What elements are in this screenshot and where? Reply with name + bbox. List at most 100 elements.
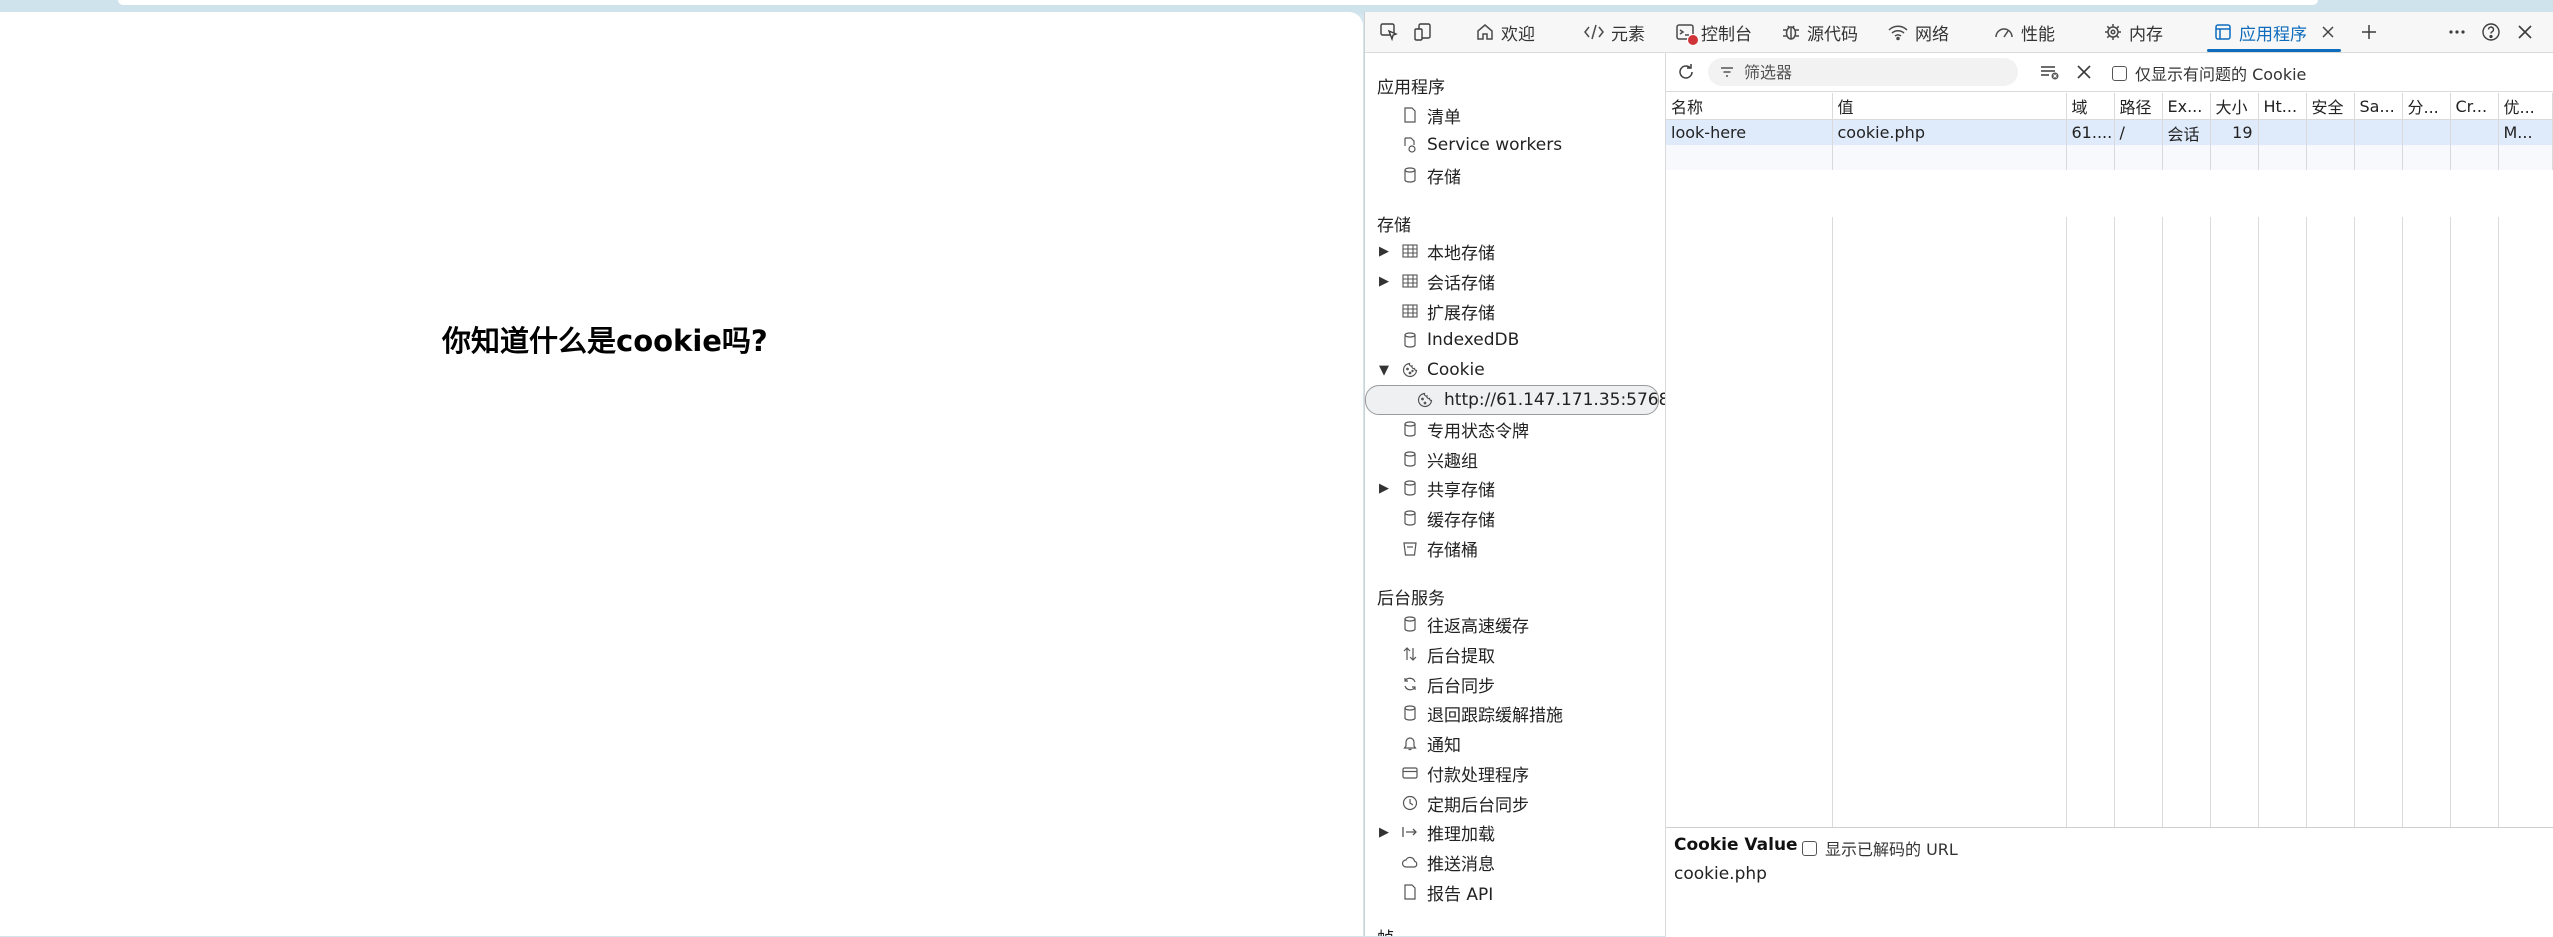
sidebar-item-bfcache[interactable]: 往返高速缓存 [1365, 610, 1665, 638]
cookie-value-title: Cookie Value [1674, 835, 1798, 855]
section-storage: 存储 [1377, 216, 1411, 236]
tab-sources[interactable]: 源代码 [1781, 12, 1858, 52]
empty-row[interactable] [1666, 145, 2553, 170]
add-tab-icon[interactable] [2355, 18, 2383, 46]
gear-file-icon [1401, 136, 1419, 154]
file-icon [1401, 883, 1419, 901]
sidebar-item-session-storage[interactable]: ▶ 会话存储 [1365, 267, 1665, 295]
more-options-icon[interactable] [2443, 18, 2471, 46]
sidebar-item-background-sync[interactable]: 后台同步 [1365, 670, 1665, 698]
sidebar-item-label: 缓存存储 [1427, 510, 1495, 531]
sidebar-item-background-fetch[interactable]: 后台提取 [1365, 640, 1665, 668]
tab-console[interactable]: 控制台 [1675, 12, 1752, 52]
tab-label: 性能 [2021, 24, 2055, 45]
column-header-value[interactable]: 值 [1832, 93, 2067, 120]
sidebar-item-push-messaging[interactable]: 推送消息 [1365, 848, 1665, 876]
close-tab-icon[interactable] [2321, 25, 2335, 39]
clear-filtered-cookies-icon[interactable] [2036, 58, 2064, 86]
only-issues-checkbox[interactable]: 仅显示有问题的 Cookie [2112, 61, 2306, 85]
column-header-size[interactable]: 大小 [2210, 93, 2259, 120]
sidebar-item-speculative-loads[interactable]: ▶ 推理加载 [1365, 818, 1665, 846]
column-header-partition[interactable]: 分... [2402, 93, 2451, 120]
tab-elements[interactable]: 元素 [1583, 12, 1645, 52]
sidebar-item-reporting-api[interactable]: 报告 API [1365, 878, 1665, 906]
tab-application[interactable]: 应用程序 [2207, 12, 2341, 52]
sidebar-item-periodic-sync[interactable]: 定期后台同步 [1365, 789, 1665, 817]
sidebar-item-storage-overview[interactable]: 存储 [1365, 161, 1665, 189]
sidebar-item-label: 往返高速缓存 [1427, 616, 1529, 637]
close-devtools-icon[interactable] [2511, 18, 2539, 46]
cell-secure[interactable] [2306, 119, 2355, 145]
console-icon [1675, 22, 1699, 46]
cell-samesite[interactable] [2354, 119, 2403, 145]
tab-performance[interactable]: 性能 [1993, 12, 2055, 52]
sidebar-item-local-storage[interactable]: ▶ 本地存储 [1365, 237, 1665, 265]
cell-priority[interactable]: M... [2498, 119, 2553, 145]
tab-label: 网络 [1915, 24, 1949, 45]
column-header-path[interactable]: 路径 [2114, 93, 2163, 120]
cell-expires[interactable]: 会话 [2162, 119, 2211, 145]
column-header-secure[interactable]: 安全 [2306, 93, 2355, 120]
checkbox-label: 仅显示有问题的 Cookie [2135, 65, 2307, 84]
sidebar-item-cookie-origin[interactable]: http://61.147.171.35:57689 [1365, 385, 1665, 415]
sidebar-item-label: 扩展存储 [1427, 303, 1495, 324]
inspect-element-icon[interactable] [1375, 18, 1403, 46]
column-header-expires[interactable]: Ex... [2162, 93, 2211, 120]
sidebar-item-extension-storage[interactable]: 扩展存储 [1365, 297, 1665, 325]
sidebar-item-indexeddb[interactable]: IndexedDB [1365, 326, 1665, 354]
show-decoded-url-checkbox[interactable]: 显示已解码的 URL [1802, 836, 1958, 860]
clear-all-cookies-icon[interactable] [2070, 58, 2098, 86]
tab-memory[interactable]: 内存 [2103, 12, 2163, 52]
cookie-toolbar: 仅显示有问题的 Cookie [1666, 53, 2553, 92]
cell-crosssite[interactable] [2450, 119, 2499, 145]
column-header-domain[interactable]: 域 [2066, 93, 2115, 120]
cookie-table: 名称 值 域 路径 Ex... 大小 Ht... 安全 Sa... 分... C… [1666, 93, 2553, 170]
checkbox-box[interactable] [2112, 65, 2127, 81]
sidebar-item-storage-buckets[interactable]: 存储桶 [1365, 534, 1665, 562]
table-empty-area[interactable] [1666, 217, 2552, 848]
column-header-samesite[interactable]: Sa... [2354, 93, 2403, 120]
expand-arrow-icon[interactable]: ▶ [1379, 481, 1389, 496]
column-header-name[interactable]: 名称 [1666, 93, 1833, 120]
filter-box[interactable] [1708, 58, 2018, 86]
card-icon [1401, 764, 1419, 782]
sidebar-item-bounce-tracking[interactable]: 退回跟踪缓解措施 [1365, 699, 1665, 727]
sidebar-item-label: 兴趣组 [1427, 451, 1478, 472]
clock-icon [1401, 794, 1419, 812]
cell-domain[interactable]: 61.... [2066, 119, 2115, 145]
sidebar-item-label: 共享存储 [1427, 480, 1495, 501]
tab-network[interactable]: 网络 [1887, 12, 1949, 52]
refresh-icon[interactable] [1672, 58, 1700, 86]
filter-input[interactable] [1742, 61, 1996, 83]
tab-welcome[interactable]: 欢迎 [1475, 12, 1535, 52]
sidebar-item-cookie[interactable]: ▼ Cookie [1365, 356, 1665, 384]
sidebar-item-interest-groups[interactable]: 兴趣组 [1365, 445, 1665, 473]
checkbox-box[interactable] [1802, 840, 1817, 856]
table-row[interactable]: look-here cookie.php 61.... / 会话 19 M... [1666, 119, 2553, 145]
column-header-priority[interactable]: 优... [2498, 93, 2553, 120]
cell-name[interactable]: look-here [1666, 119, 1833, 145]
page-heading: 你知道什么是cookie吗? [442, 324, 768, 358]
column-header-crosssite[interactable]: Cr... [2450, 93, 2499, 120]
sidebar-item-notifications[interactable]: 通知 [1365, 729, 1665, 757]
expand-arrow-icon[interactable]: ▶ [1379, 244, 1389, 259]
collapse-arrow-icon[interactable]: ▼ [1379, 363, 1389, 378]
sidebar-item-private-state-tokens[interactable]: 专用状态令牌 [1365, 415, 1665, 443]
cell-httponly[interactable] [2258, 119, 2307, 145]
device-emulation-icon[interactable] [1409, 18, 1437, 46]
sidebar-item-service-workers[interactable]: Service workers [1365, 131, 1665, 159]
bug-icon [1781, 22, 1801, 42]
sidebar-item-payment-handler[interactable]: 付款处理程序 [1365, 759, 1665, 787]
database-icon [1401, 331, 1419, 349]
cell-value[interactable]: cookie.php [1832, 119, 2067, 145]
column-header-httponly[interactable]: Ht... [2258, 93, 2307, 120]
cell-partition[interactable] [2402, 119, 2451, 145]
cell-path[interactable]: / [2114, 119, 2163, 145]
expand-arrow-icon[interactable]: ▶ [1379, 274, 1389, 289]
sidebar-item-manifest[interactable]: 清单 [1365, 101, 1665, 129]
sidebar-item-cache-storage[interactable]: 缓存存储 [1365, 504, 1665, 532]
expand-arrow-icon[interactable]: ▶ [1379, 825, 1389, 840]
help-icon[interactable] [2477, 18, 2505, 46]
cell-size[interactable]: 19 [2210, 119, 2259, 145]
sidebar-item-shared-storage[interactable]: ▶ 共享存储 [1365, 474, 1665, 502]
